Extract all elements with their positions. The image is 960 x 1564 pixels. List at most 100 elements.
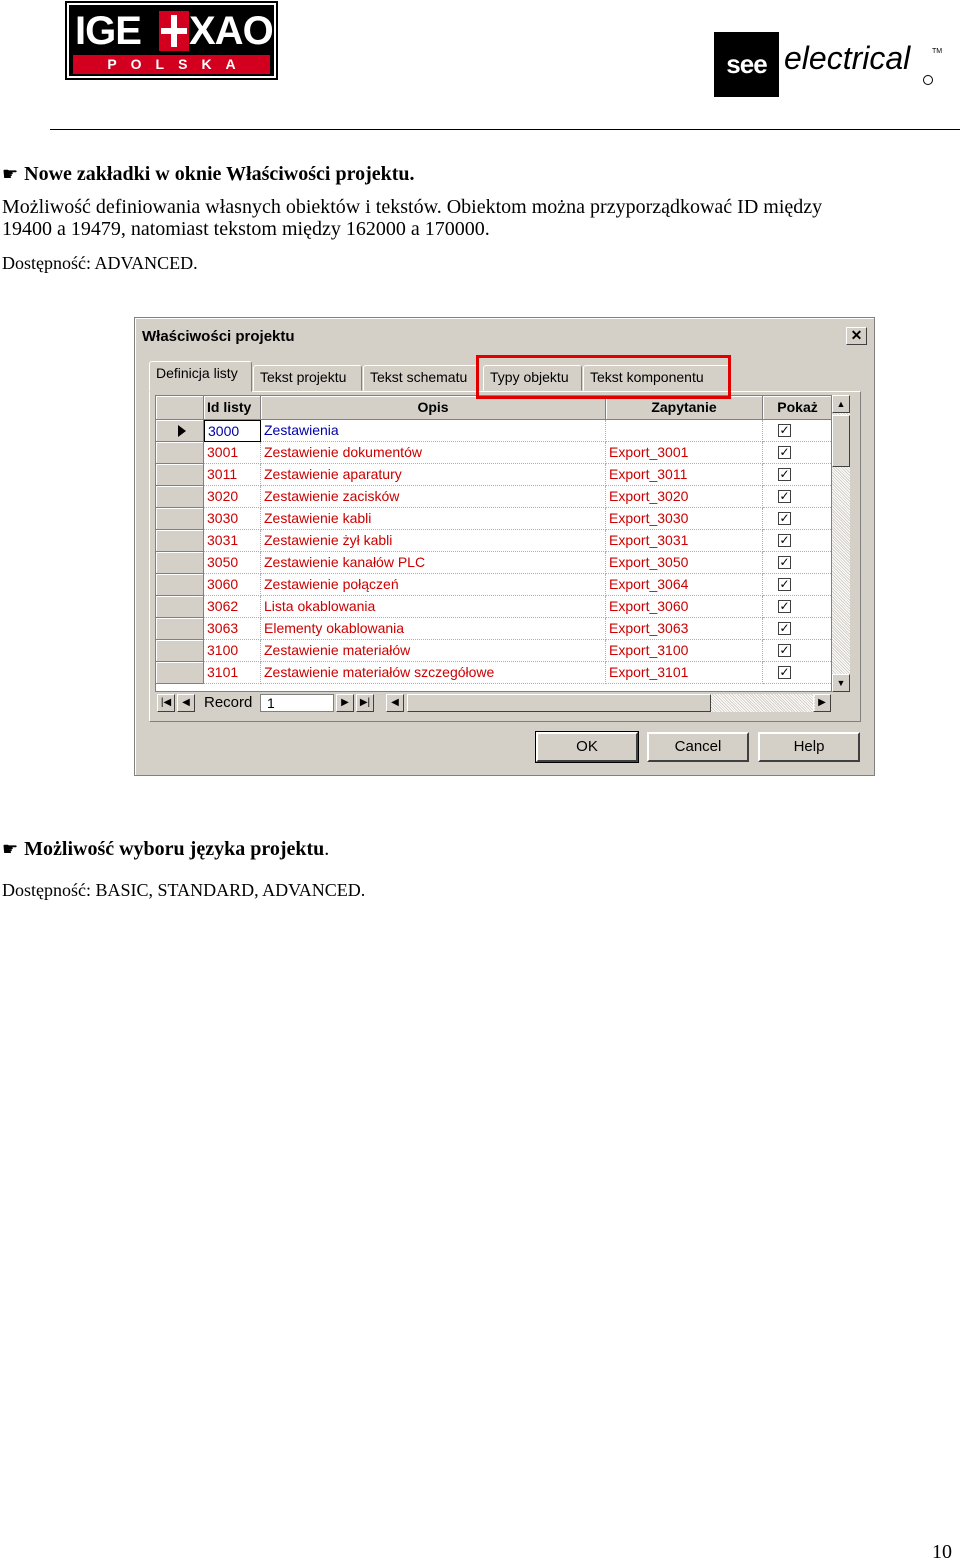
cell-zapytanie[interactable]: Export_3030 <box>606 508 763 530</box>
table-row[interactable]: 3011 Zestawienie aparatury Export_3011 ✓ <box>156 464 831 486</box>
table-row[interactable]: 3031 Zestawienie żył kabli Export_3031 ✓ <box>156 530 831 552</box>
cell-zapytanie[interactable]: Export_3101 <box>606 662 763 684</box>
show-checkbox[interactable]: ✓ <box>778 578 791 591</box>
scroll-left-button[interactable]: ◀ <box>386 694 404 712</box>
cell-opis[interactable]: Zestawienie połączeń <box>261 574 606 596</box>
column-header-opis[interactable]: Opis <box>261 396 606 420</box>
cell-id[interactable]: 3011 <box>204 464 261 486</box>
table-row[interactable]: 3062 Lista okablowania Export_3060 ✓ <box>156 596 831 618</box>
cell-opis[interactable]: Zestawienie kabli <box>261 508 606 530</box>
table-row[interactable]: 3050 Zestawienie kanałów PLC Export_3050 ✓ <box>156 552 831 574</box>
cell-zapytanie[interactable]: Export_3020 <box>606 486 763 508</box>
scroll-up-button[interactable]: ▲ <box>832 395 850 413</box>
cell-opis[interactable]: Lista okablowania <box>261 596 606 618</box>
show-checkbox[interactable]: ✓ <box>778 666 791 679</box>
cell-opis[interactable]: Zestawienie żył kabli <box>261 530 606 552</box>
row-selector[interactable] <box>156 574 204 596</box>
cell-id[interactable]: 3101 <box>204 662 261 684</box>
show-checkbox[interactable]: ✓ <box>778 512 791 525</box>
cell-zapytanie[interactable]: Export_3064 <box>606 574 763 596</box>
previous-record-button[interactable]: ◀ <box>177 694 195 712</box>
cell-opis[interactable]: Zestawienie materiałów <box>261 640 606 662</box>
close-button[interactable]: ✕ <box>846 327 867 345</box>
row-selector[interactable] <box>156 662 204 684</box>
cell-id[interactable]: 3063 <box>204 618 261 640</box>
table-row[interactable]: 3020 Zestawienie zacisków Export_3020 ✓ <box>156 486 831 508</box>
column-header-id[interactable]: Id listy <box>204 396 261 420</box>
show-checkbox[interactable]: ✓ <box>778 600 791 613</box>
cell-id[interactable]: 3000 <box>204 420 261 442</box>
row-selector[interactable] <box>156 640 204 662</box>
show-checkbox[interactable]: ✓ <box>778 534 791 547</box>
cell-id[interactable]: 3062 <box>204 596 261 618</box>
cell-zapytanie[interactable] <box>606 420 763 442</box>
table-row[interactable]: 3060 Zestawienie połączeń Export_3064 ✓ <box>156 574 831 596</box>
show-checkbox[interactable]: ✓ <box>778 424 791 437</box>
cell-id[interactable]: 3100 <box>204 640 261 662</box>
cell-zapytanie[interactable]: Export_3031 <box>606 530 763 552</box>
cell-id[interactable]: 3020 <box>204 486 261 508</box>
record-number-input[interactable]: 1 <box>260 694 334 712</box>
show-checkbox[interactable]: ✓ <box>778 556 791 569</box>
cell-zapytanie[interactable]: Export_3063 <box>606 618 763 640</box>
cell-opis[interactable]: Zestawienie zacisków <box>261 486 606 508</box>
show-checkbox[interactable]: ✓ <box>778 644 791 657</box>
cell-opis[interactable]: Zestawienia <box>261 420 606 442</box>
first-record-icon: |◀ <box>160 697 172 708</box>
tab-tekst-projektu[interactable]: Tekst projektu <box>253 365 362 391</box>
row-selector[interactable] <box>156 486 204 508</box>
show-checkbox[interactable]: ✓ <box>778 446 791 459</box>
cell-pokaz: ✓ <box>763 442 831 464</box>
show-checkbox[interactable]: ✓ <box>778 490 791 503</box>
cell-zapytanie[interactable]: Export_3100 <box>606 640 763 662</box>
column-header-pokaz[interactable]: Pokaż <box>763 396 831 420</box>
first-record-button[interactable]: |◀ <box>157 694 175 712</box>
cell-id[interactable]: 3031 <box>204 530 261 552</box>
show-checkbox[interactable]: ✓ <box>778 468 791 481</box>
cell-zapytanie[interactable]: Export_3060 <box>606 596 763 618</box>
cell-id[interactable]: 3060 <box>204 574 261 596</box>
row-selector[interactable] <box>156 552 204 574</box>
tab-tekst-komponentu[interactable]: Tekst komponentu <box>583 365 731 391</box>
cell-id[interactable]: 3030 <box>204 508 261 530</box>
cell-opis[interactable]: Zestawienie kanałów PLC <box>261 552 606 574</box>
next-record-button[interactable]: ▶ <box>336 694 354 712</box>
cell-opis[interactable]: Zestawienie materiałów szczegółowe <box>261 662 606 684</box>
row-selector[interactable] <box>156 618 204 640</box>
row-selector[interactable] <box>156 596 204 618</box>
horizontal-scrollbar-thumb[interactable] <box>407 694 711 712</box>
table-row[interactable]: 3001 Zestawienie dokumentów Export_3001 ✓ <box>156 442 831 464</box>
row-selector[interactable] <box>156 508 204 530</box>
row-selector[interactable] <box>156 420 204 442</box>
table-row[interactable]: 3100 Zestawienie materiałów Export_3100 ✓ <box>156 640 831 662</box>
cell-zapytanie[interactable]: Export_3011 <box>606 464 763 486</box>
tab-typy-objektu[interactable]: Typy objektu <box>483 365 582 391</box>
cell-id[interactable]: 3050 <box>204 552 261 574</box>
table-row[interactable]: 3000 Zestawienia ✓ <box>156 420 831 442</box>
scrollbar-thumb[interactable] <box>832 415 850 467</box>
row-selector[interactable] <box>156 530 204 552</box>
cell-zapytanie[interactable]: Export_3050 <box>606 552 763 574</box>
scroll-down-icon: ▼ <box>836 678 846 688</box>
tab-definicja-listy[interactable]: Definicja listy <box>149 361 252 392</box>
cell-id[interactable]: 3001 <box>204 442 261 464</box>
column-header-zapytanie[interactable]: Zapytanie <box>606 396 763 420</box>
cell-opis[interactable]: Elementy okablowania <box>261 618 606 640</box>
row-selector[interactable] <box>156 464 204 486</box>
scroll-right-button[interactable]: ▶ <box>813 694 831 712</box>
ok-button[interactable]: OK <box>535 731 639 763</box>
horizontal-scrollbar-track[interactable] <box>711 694 815 712</box>
show-checkbox[interactable]: ✓ <box>778 622 791 635</box>
cell-opis[interactable]: Zestawienie dokumentów <box>261 442 606 464</box>
tab-tekst-schematu[interactable]: Tekst schematu <box>363 365 478 391</box>
cell-zapytanie[interactable]: Export_3001 <box>606 442 763 464</box>
scroll-down-button[interactable]: ▼ <box>832 674 850 692</box>
table-row[interactable]: 3063 Elementy okablowania Export_3063 ✓ <box>156 618 831 640</box>
last-record-button[interactable]: ▶| <box>356 694 374 712</box>
cell-opis[interactable]: Zestawienie aparatury <box>261 464 606 486</box>
row-selector[interactable] <box>156 442 204 464</box>
cancel-button[interactable]: Cancel <box>647 732 749 762</box>
table-row[interactable]: 3101 Zestawienie materiałów szczegółowe Ex… <box>156 662 831 684</box>
help-button[interactable]: Help <box>758 732 860 762</box>
table-row[interactable]: 3030 Zestawienie kabli Export_3030 ✓ <box>156 508 831 530</box>
